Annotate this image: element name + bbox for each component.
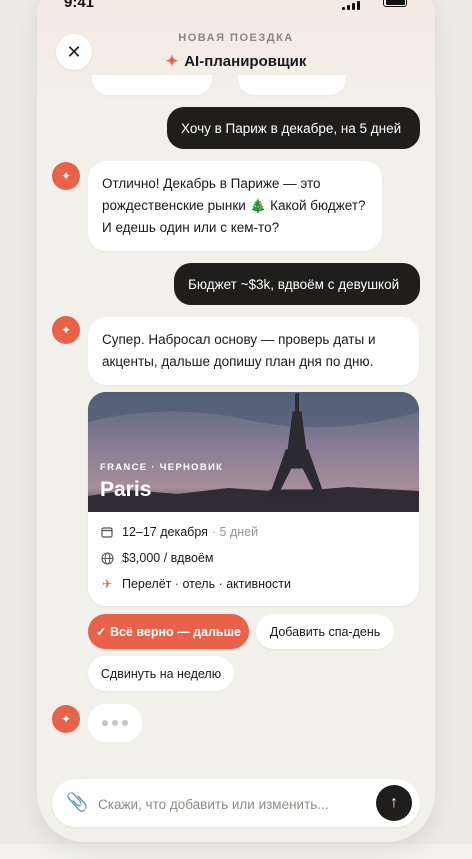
sparkle-icon: ✦ xyxy=(60,712,72,726)
trip-card-eyebrow: FRANCE · ЧЕРНОВИК xyxy=(100,462,224,473)
scrolled-chip-left xyxy=(92,75,212,95)
ai-message: Супер. Набросал основу — проверь даты и … xyxy=(88,317,419,385)
confirm-button[interactable]: ✓ Всё верно — дальше xyxy=(88,614,249,649)
typing-indicator xyxy=(88,704,142,742)
user-message: Бюджет ~$3k, вдвоём с девушкой xyxy=(174,263,420,305)
header-subtitle: НОВАЯ ПОЕЗДКА xyxy=(178,32,294,44)
globe-icon xyxy=(100,551,114,565)
status-time: 9:41 xyxy=(64,0,95,11)
header-title-text: AI-планировщик xyxy=(184,53,307,70)
status-bar: 9:41 xyxy=(37,0,435,14)
ai-avatar: ✦ xyxy=(52,316,80,344)
sparkle-icon: ✦ xyxy=(60,323,72,337)
paperclip-icon[interactable]: 📎 xyxy=(66,792,88,813)
signal-icon xyxy=(342,1,360,10)
shift-week-button[interactable]: Сдвинуть на неделю xyxy=(88,656,234,691)
header-title: ✦ AI-планировщик xyxy=(37,52,435,70)
trip-budget-row: $3,000 / вдвоём xyxy=(100,551,213,565)
trip-dates: 12–17 декабря xyxy=(122,525,208,539)
sparkle-icon: ✦ xyxy=(60,169,72,183)
ai-avatar: ✦ xyxy=(52,162,80,190)
trip-budget: $3,000 / вдвоём xyxy=(122,551,214,565)
user-message: Хочу в Париж в декабре, на 5 дней xyxy=(167,107,420,149)
add-spa-day-button[interactable]: Добавить спа-день xyxy=(256,614,394,649)
arrow-up-icon: ↑ xyxy=(390,794,398,811)
scrolled-chip-right xyxy=(238,75,346,95)
paris-photo: FRANCE · ЧЕРНОВИК Paris xyxy=(88,392,419,512)
page-background-strip xyxy=(0,844,472,859)
phone-frame: 9:41 ✕ НОВАЯ ПОЕЗДКА ✦ AI-планировщик Хоч… xyxy=(37,0,435,842)
message-input[interactable] xyxy=(96,792,370,816)
message-composer: 📎 ↑ xyxy=(52,779,420,827)
calendar-icon xyxy=(100,526,114,538)
trip-dates-row: 12–17 декабря · 5 дней xyxy=(100,525,258,539)
trip-includes: Перелёт · отель · активности xyxy=(122,577,291,591)
ai-message: Отлично! Декабрь в Париже — это рождеств… xyxy=(88,161,382,251)
plane-icon: ✈ xyxy=(101,577,113,591)
trip-card[interactable]: FRANCE · ЧЕРНОВИК Paris 12–17 декабря · … xyxy=(88,392,419,606)
send-button[interactable]: ↑ xyxy=(376,785,412,821)
sparkle-icon: ✦ xyxy=(165,53,179,70)
ai-avatar: ✦ xyxy=(52,705,80,733)
wifi-icon xyxy=(364,0,382,6)
trip-includes-row: ✈ Перелёт · отель · активности xyxy=(100,577,291,591)
trip-card-city: Paris xyxy=(100,478,152,501)
battery-icon xyxy=(383,0,407,7)
trip-duration: · 5 дней xyxy=(211,525,259,539)
